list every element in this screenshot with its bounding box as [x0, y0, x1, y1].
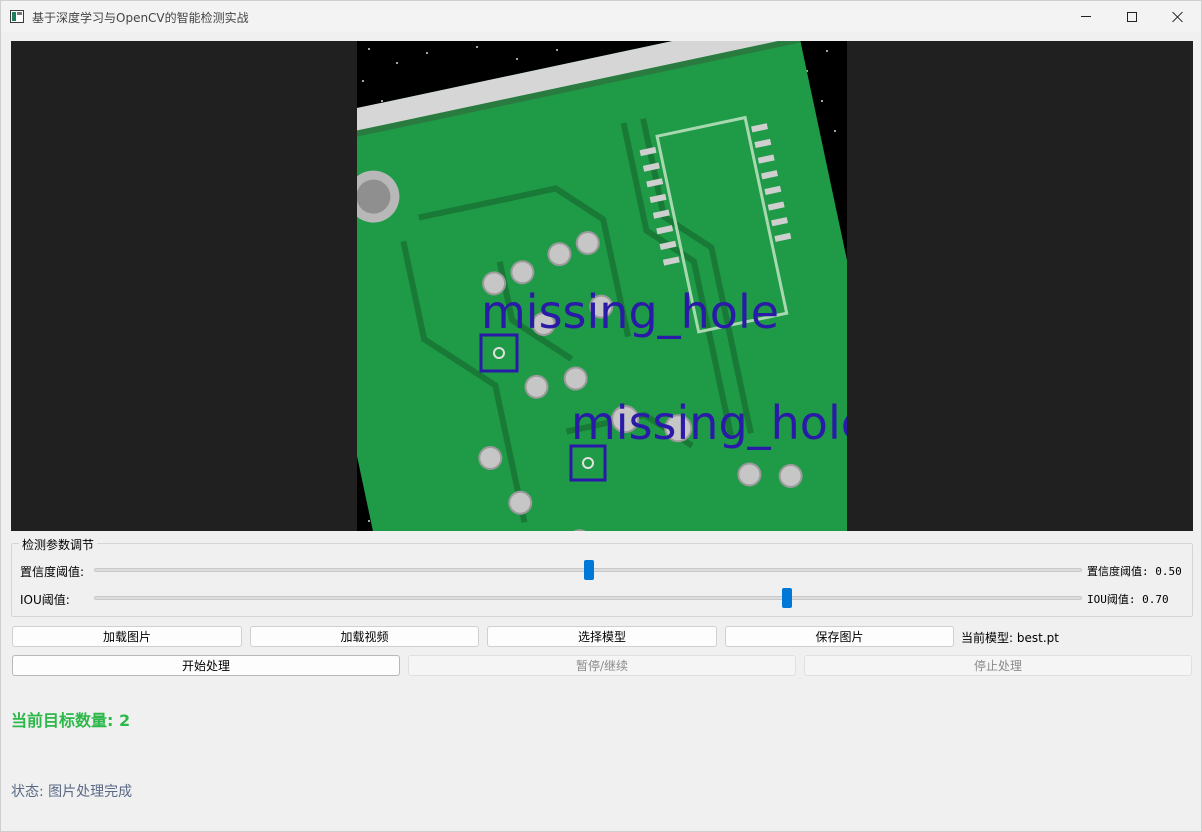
title-bar[interactable]: 基于深度学习与OpenCV的智能检测实战 — [1, 1, 1201, 32]
image-display: missing_hole missing_hole — [11, 41, 1193, 531]
app-icon — [10, 10, 24, 23]
close-icon — [1172, 11, 1184, 23]
minimize-button[interactable] — [1063, 1, 1109, 32]
detection-label: missing_hole — [481, 285, 779, 339]
iou-label: IOU阈值: — [20, 593, 70, 607]
maximize-icon — [1127, 11, 1137, 22]
save-image-button[interactable]: 保存图片 — [725, 626, 954, 647]
load-image-button[interactable]: 加载图片 — [12, 626, 242, 647]
minimize-icon — [1081, 16, 1091, 17]
confidence-slider[interactable] — [94, 560, 1082, 580]
maximize-button[interactable] — [1109, 1, 1155, 32]
pause-resume-button[interactable]: 暂停/继续 — [408, 655, 796, 676]
params-group-title: 检测参数调节 — [19, 536, 98, 553]
iou-value: IOU阈值: 0.70 — [1087, 593, 1169, 606]
stop-processing-button[interactable]: 停止处理 — [804, 655, 1192, 676]
current-model-label: 当前模型: best.pt — [961, 631, 1059, 645]
confidence-value: 置信度阈值: 0.50 — [1087, 565, 1182, 578]
pcb-image: missing_hole missing_hole — [357, 41, 847, 531]
detection-label: missing_hole — [571, 396, 847, 450]
target-count-label: 当前目标数量: 2 — [11, 711, 131, 730]
params-group: 检测参数调节 置信度阈值: 置信度阈值: 0.50 IOU阈值: IOU阈值: … — [11, 536, 1193, 617]
main-window: 基于深度学习与OpenCV的智能检测实战 missing_hole missin… — [0, 0, 1202, 832]
close-button[interactable] — [1155, 1, 1201, 32]
confidence-label: 置信度阈值: — [20, 565, 85, 579]
iou-slider-handle[interactable] — [781, 588, 792, 608]
start-processing-button[interactable]: 开始处理 — [12, 655, 400, 676]
confidence-slider-handle[interactable] — [584, 560, 594, 580]
window-title: 基于深度学习与OpenCV的智能检测实战 — [32, 11, 249, 25]
iou-slider[interactable] — [94, 588, 1082, 608]
status-label: 状态: 图片处理完成 — [11, 784, 133, 800]
load-video-button[interactable]: 加载视频 — [250, 626, 479, 647]
select-model-button[interactable]: 选择模型 — [487, 626, 717, 647]
